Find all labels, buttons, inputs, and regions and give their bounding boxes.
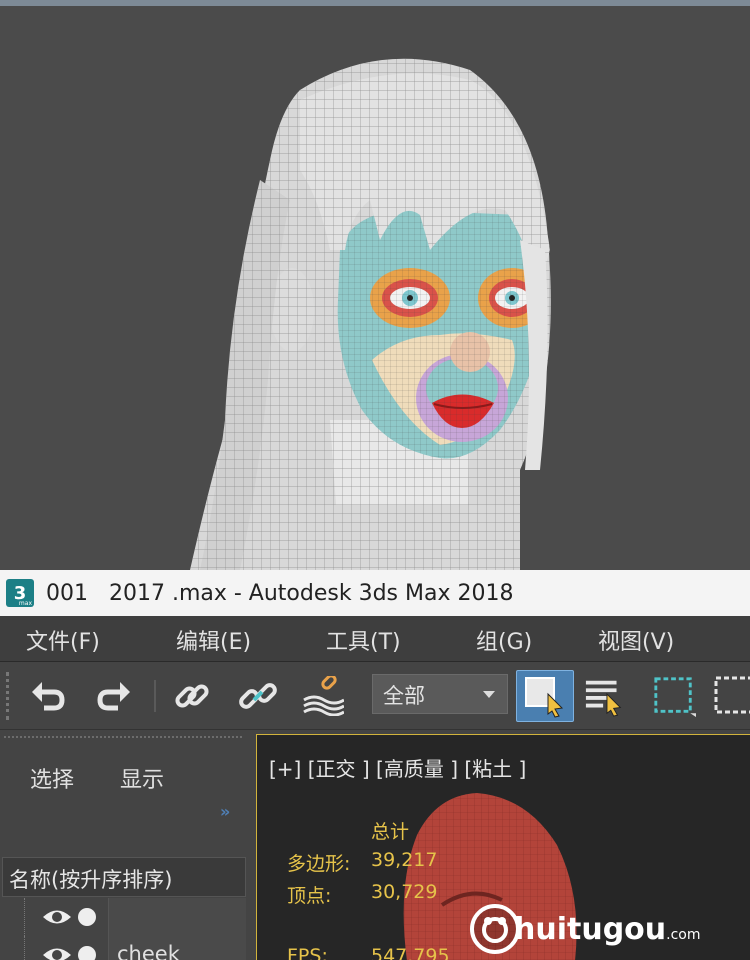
redo-icon[interactable] <box>92 674 136 718</box>
menu-edit[interactable]: 编辑(E) <box>176 624 251 656</box>
watermark-logo-icon <box>470 904 520 954</box>
scene-explorer: 选择 显示 » 名称(按升序排序) cheek <box>0 730 250 960</box>
menu-tools[interactable]: 工具(T) <box>326 624 401 656</box>
viewport-label[interactable]: [+] [正交 ] [高质量 ] [粘土 ] <box>269 753 526 782</box>
expand-more-icon[interactable]: » <box>220 802 230 821</box>
watermark: huitugou .com <box>470 898 750 960</box>
menu-file[interactable]: 文件(F) <box>26 624 100 656</box>
select-object-icon[interactable] <box>516 670 574 722</box>
link-icon[interactable] <box>170 674 214 718</box>
undo-icon[interactable] <box>26 674 70 718</box>
list-item[interactable]: cheek <box>2 936 246 960</box>
bind-space-warp-icon[interactable] <box>300 674 344 718</box>
menu-bar: 文件(F) 编辑(E) 工具(T) 组(G) 视图(V) <box>0 616 750 662</box>
stat-vertices-value: 30,729 <box>371 881 438 903</box>
window-title: 001 2017 .max - Autodesk 3ds Max 2018 <box>46 580 514 606</box>
tree-line <box>24 936 25 960</box>
panel-grip[interactable] <box>4 736 242 738</box>
stat-vertices-label: 顶点: <box>287 885 332 907</box>
object-name: cheek <box>108 936 246 960</box>
stat-fps-value: 547.795 <box>371 945 450 960</box>
select-by-name-icon[interactable] <box>584 674 628 718</box>
list-item[interactable] <box>2 898 246 936</box>
visibility-eye-icon[interactable] <box>42 906 72 928</box>
stat-polygons-value: 39,217 <box>371 849 438 871</box>
main-toolbar: 全部 <box>0 662 750 730</box>
watermark-suffix: .com <box>666 927 701 943</box>
unlink-icon[interactable] <box>236 674 280 718</box>
freeze-dot-icon[interactable] <box>78 908 96 926</box>
menu-views[interactable]: 视图(V) <box>598 624 674 656</box>
explorer-tab-display[interactable]: 显示 <box>120 762 164 794</box>
head-wireframe-render <box>190 58 551 570</box>
tree-line <box>24 898 25 936</box>
object-name <box>108 898 246 936</box>
title-bar: 3 max 001 2017 .max - Autodesk 3ds Max 20… <box>0 570 750 616</box>
watermark-text: huitugou <box>514 911 667 947</box>
stat-polygons-label: 多边形: <box>287 853 351 875</box>
explorer-tab-select[interactable]: 选择 <box>30 762 74 794</box>
window-crossing-icon[interactable] <box>712 674 750 718</box>
toolbar-grip[interactable] <box>6 672 9 720</box>
chevron-down-icon <box>483 691 495 698</box>
stat-fps-label: FPS: <box>287 945 328 960</box>
app-logo-icon[interactable]: 3 max <box>6 579 34 607</box>
rect-selection-icon[interactable] <box>652 674 696 718</box>
freeze-dot-icon[interactable] <box>78 946 96 960</box>
visibility-eye-icon[interactable] <box>42 944 72 960</box>
toolbar-separator <box>154 680 156 712</box>
render-preview <box>0 0 750 570</box>
stats-header: 总计 <box>371 821 410 843</box>
name-column-header[interactable]: 名称(按升序排序) <box>2 857 246 897</box>
selection-filter-value: 全部 <box>383 684 425 708</box>
selection-filter-dropdown[interactable]: 全部 <box>372 674 508 714</box>
menu-group[interactable]: 组(G) <box>476 624 532 656</box>
